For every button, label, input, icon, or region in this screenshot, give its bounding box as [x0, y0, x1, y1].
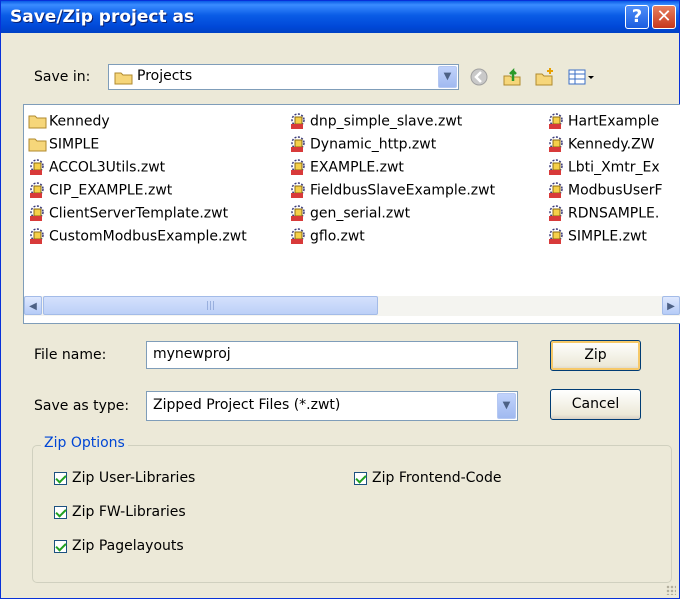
file-name: SIMPLE.zwt: [568, 228, 647, 245]
file-name-value: mynewproj: [153, 346, 231, 362]
zwt-file-icon: [549, 113, 563, 129]
file-name: SIMPLE: [49, 136, 100, 153]
list-item[interactable]: ACCOL3Utils.zwt: [28, 159, 165, 179]
checkbox-checked-icon[interactable]: [54, 539, 67, 553]
file-name: CIP_EXAMPLE.zwt: [49, 182, 173, 199]
zwt-file-icon: [549, 159, 563, 175]
folder-icon: [28, 138, 47, 152]
checkbox-checked-icon[interactable]: [354, 471, 367, 485]
file-name: FieldbusSlaveExample.zwt: [310, 182, 496, 199]
close-button[interactable]: ✕: [652, 5, 676, 29]
save-as-type-value: Zipped Project Files (*.zwt): [153, 397, 341, 413]
list-item[interactable]: CustomModbusExample.zwt: [28, 228, 247, 248]
title-bar[interactable]: Save/Zip project as ? ✕: [1, 1, 679, 33]
list-item[interactable]: ModbusUserF: [547, 182, 663, 202]
file-name: CustomModbusExample.zwt: [49, 228, 247, 245]
file-name: Kennedy.ZW: [568, 136, 655, 153]
list-item[interactable]: Kennedy: [28, 113, 110, 133]
back-arrow-icon[interactable]: [469, 67, 489, 87]
file-list[interactable]: Kennedy SIMPLE ACCOL3Utils.zwt CIP_EXAMPLE.…: [23, 104, 680, 324]
list-item[interactable]: HartExample: [547, 113, 659, 133]
file-name: EXAMPLE.zwt: [310, 159, 404, 176]
zwt-file-icon: [291, 182, 305, 198]
scroll-thumb[interactable]: |||: [43, 296, 378, 315]
zwt-file-icon: [30, 159, 44, 175]
zwt-file-icon: [549, 136, 563, 152]
zwt-file-icon: [549, 228, 563, 244]
zip-user-libraries-checkbox[interactable]: Zip User-Libraries: [54, 470, 195, 486]
zwt-file-icon: [30, 205, 44, 221]
dialog-title: Save/Zip project as: [10, 7, 195, 27]
file-name: Lbti_Xmtr_Ex: [568, 159, 660, 176]
list-item[interactable]: Kennedy.ZW: [547, 136, 655, 156]
zwt-file-icon: [30, 182, 44, 198]
file-name: Kennedy: [49, 113, 110, 130]
list-item[interactable]: Dynamic_http.zwt: [289, 136, 436, 156]
zip-button[interactable]: Zip: [550, 340, 641, 371]
file-name: dnp_simple_slave.zwt: [310, 113, 463, 130]
file-name: HartExample: [568, 113, 660, 130]
zwt-file-icon: [549, 182, 563, 198]
list-item[interactable]: SIMPLE: [28, 136, 99, 156]
list-item[interactable]: Lbti_Xmtr_Ex: [547, 159, 660, 179]
horizontal-scrollbar[interactable]: ◀ ||| ▶: [24, 296, 680, 316]
new-folder-icon[interactable]: [535, 67, 555, 87]
file-name-input[interactable]: mynewproj: [146, 341, 518, 369]
chevron-down-icon[interactable]: ▼: [497, 393, 516, 419]
list-item[interactable]: dnp_simple_slave.zwt: [289, 113, 462, 133]
save-in-label: Save in:: [34, 69, 91, 85]
zip-user-libraries-label: Zip User-Libraries: [72, 470, 196, 486]
chevron-down-icon[interactable]: ▼: [438, 66, 457, 88]
list-item[interactable]: FieldbusSlaveExample.zwt: [289, 182, 495, 202]
list-item[interactable]: gen_serial.zwt: [289, 205, 410, 225]
list-item[interactable]: EXAMPLE.zwt: [289, 159, 404, 179]
zwt-file-icon: [30, 228, 44, 244]
zwt-file-icon: [291, 205, 305, 221]
folder-icon: [28, 115, 47, 129]
file-name: ACCOL3Utils.zwt: [49, 159, 166, 176]
save-zip-dialog: Save/Zip project as ? ✕ Save in: Project…: [0, 0, 680, 599]
file-name: ModbusUserF: [568, 182, 663, 199]
checkbox-checked-icon[interactable]: [54, 505, 67, 519]
cancel-button[interactable]: Cancel: [550, 389, 641, 420]
list-item[interactable]: CIP_EXAMPLE.zwt: [28, 182, 172, 202]
list-item[interactable]: ClientServerTemplate.zwt: [28, 205, 228, 225]
list-item[interactable]: gflo.zwt: [289, 228, 365, 248]
save-as-type-dropdown[interactable]: Zipped Project Files (*.zwt) ▼: [146, 391, 518, 421]
zip-fw-libraries-label: Zip FW-Libraries: [72, 504, 186, 520]
scroll-right-button[interactable]: ▶: [662, 296, 680, 315]
zwt-file-icon: [291, 228, 305, 244]
folder-icon: [114, 72, 133, 85]
help-button[interactable]: ?: [625, 5, 649, 29]
file-name: ClientServerTemplate.zwt: [49, 205, 229, 222]
zwt-file-icon: [291, 159, 305, 175]
list-item[interactable]: RDNSAMPLE.: [547, 205, 659, 225]
save-in-dropdown[interactable]: Projects ▼: [108, 64, 459, 90]
resize-grip-icon[interactable]: [666, 585, 676, 595]
zwt-file-icon: [291, 136, 305, 152]
zip-frontend-code-label: Zip Frontend-Code: [372, 470, 502, 486]
file-name: gflo.zwt: [310, 228, 365, 245]
file-name: Dynamic_http.zwt: [310, 136, 437, 153]
views-menu-icon[interactable]: [568, 67, 596, 87]
checkbox-checked-icon[interactable]: [54, 471, 67, 485]
zip-frontend-code-checkbox[interactable]: Zip Frontend-Code: [354, 470, 502, 486]
file-name: RDNSAMPLE.: [568, 205, 660, 222]
zip-fw-libraries-checkbox[interactable]: Zip FW-Libraries: [54, 504, 186, 520]
save-as-type-label: Save as type:: [34, 398, 130, 414]
file-name: gen_serial.zwt: [310, 205, 411, 222]
list-item[interactable]: SIMPLE.zwt: [547, 228, 647, 248]
up-folder-icon[interactable]: [502, 67, 522, 87]
zip-pagelayouts-label: Zip Pagelayouts: [72, 538, 184, 554]
zwt-file-icon: [291, 113, 305, 129]
file-name-label: File name:: [34, 347, 107, 363]
zip-options-title: Zip Options: [41, 435, 128, 451]
zip-pagelayouts-checkbox[interactable]: Zip Pagelayouts: [54, 538, 184, 554]
scroll-left-button[interactable]: ◀: [24, 296, 42, 315]
save-in-value: Projects: [137, 68, 193, 84]
zwt-file-icon: [549, 205, 563, 221]
